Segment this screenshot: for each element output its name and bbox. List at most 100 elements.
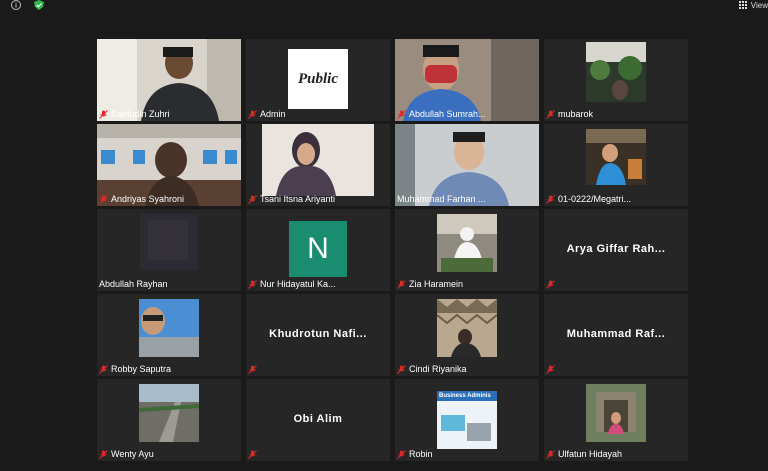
participant-gallery: Saefudin Zuhri Public Admin Abdullah Sum… [97,39,688,461]
muted-mic-icon [397,279,406,289]
chart-graphic [441,415,465,431]
participant-tile[interactable]: Muhammad Raf... [544,294,688,376]
participant-name: Admin [260,109,286,119]
muted-mic-icon [248,279,257,289]
participant-video [586,384,646,442]
top-bar: View [0,0,768,14]
participant-name: Ulfatun Hidayah [558,449,623,459]
participant-video [139,384,199,442]
participant-display-name: Arya Giffar Rah... [566,243,666,255]
participant-name: Andriyas Syahroni [111,194,185,204]
grid-view-icon [738,1,747,9]
shield-check-icon[interactable] [33,0,45,10]
participant-name-bar: mubarok [546,109,593,119]
participant-name: Saefudin Zuhri [111,109,170,119]
participant-tile[interactable]: Cindi Riyanika [395,294,539,376]
participant-name: Abdullah Sumrah... [409,109,486,119]
participant-tile[interactable]: Zia Haramein [395,209,539,291]
muted-mic-icon [397,109,406,119]
participant-tile[interactable]: Tsani Itsna Ariyanti [246,124,390,206]
participant-video [586,129,646,185]
participant-name: Nur Hidayatul Ka... [260,279,336,289]
muted-mic-icon [546,280,555,289]
participant-name-bar: Zia Haramein [397,279,463,289]
info-icon[interactable] [10,0,22,10]
participant-tile[interactable]: Obi Alim [246,379,390,461]
muted-mic-icon [248,365,257,374]
participant-name: Robby Saputra [111,364,172,374]
participant-avatar: N [289,221,347,277]
participant-name-bar [248,450,257,459]
participant-tile[interactable]: N Nur Hidayatul Ka... [246,209,390,291]
participant-tile[interactable]: Saefudin Zuhri [97,39,241,121]
view-button[interactable]: View [738,0,768,10]
view-label: View [750,0,768,10]
muted-mic-icon [248,194,257,204]
participant-tile[interactable]: 01-0222/Megatri... [544,124,688,206]
participant-tile[interactable]: Arya Giffar Rah... [544,209,688,291]
participant-tile[interactable]: Business Adminis Robin [395,379,539,461]
muted-mic-icon [546,194,555,204]
participant-name-bar: Robin [397,449,433,459]
participant-name: Abdullah Rayhan [99,279,168,289]
participant-tile[interactable]: Ulfatun Hidayah [544,379,688,461]
participant-name-bar [546,280,555,289]
participant-name-bar: Cindi Riyanika [397,364,467,374]
participant-name-bar: Wenty Ayu [99,449,154,459]
participant-name: 01-0222/Megatri... [558,194,632,204]
muted-mic-icon [248,109,257,119]
participant-name: Robin [409,449,433,459]
avatar-initial: N [307,232,329,265]
participant-tile[interactable]: Robby Saputra [97,294,241,376]
participant-display-name: Muhammad Raf... [566,328,666,340]
participant-name-bar: Ulfatun Hidayah [546,449,622,459]
business-admin-sign: Business Adminis [437,391,497,401]
muted-mic-icon [546,365,555,374]
participant-name-bar: Abdullah Sumrah... [397,109,486,119]
participant-video [139,299,199,357]
participant-name-bar: Nur Hidayatul Ka... [248,279,336,289]
participant-tile[interactable]: Abdullah Sumrah... [395,39,539,121]
participant-name-bar: Andriyas Syahroni [99,194,184,204]
participant-video [437,299,497,357]
participant-name-bar: Tsani Itsna Ariyanti [248,194,335,204]
participant-name: Zia Haramein [409,279,464,289]
participant-name-bar: 01-0222/Megatri... [546,194,631,204]
participant-tile[interactable]: mubarok [544,39,688,121]
participant-name-bar: Robby Saputra [99,364,171,374]
participant-tile[interactable]: Andriyas Syahroni [97,124,241,206]
participant-tile[interactable]: Khudrotun Nafi... [246,294,390,376]
participant-video [586,42,646,102]
participant-name-bar: Admin [248,109,286,119]
muted-mic-icon [99,194,108,204]
participant-video [140,214,198,270]
participant-name-bar: Abdullah Rayhan [99,279,168,289]
muted-mic-icon [397,449,406,459]
participant-tile[interactable]: Public Admin [246,39,390,121]
logo-text: Public [298,70,338,87]
participant-video [437,214,497,272]
participant-name: Muhammad Farhan ... [397,194,486,204]
participant-name-bar: Muhammad Farhan ... [397,194,486,204]
muted-mic-icon [546,109,555,119]
participant-display-name: Khudrotun Nafi... [269,328,367,340]
participant-name: Tsani Itsna Ariyanti [260,194,336,204]
participant-tile-active-speaker[interactable]: Muhammad Farhan ... [395,124,539,206]
participant-name-bar [546,365,555,374]
muted-mic-icon [99,364,108,374]
participant-name: Cindi Riyanika [409,364,467,374]
participant-video: Business Adminis [437,391,497,449]
participant-logo: Public [288,49,348,109]
muted-mic-icon [99,109,108,119]
muted-mic-icon [546,449,555,459]
muted-mic-icon [397,364,406,374]
muted-mic-icon [99,449,108,459]
participant-tile[interactable]: Abdullah Rayhan [97,209,241,291]
participant-tile[interactable]: Wenty Ayu [97,379,241,461]
participant-display-name: Obi Alim [293,413,343,425]
participant-name-bar [248,365,257,374]
paper-graphic [467,423,491,441]
muted-mic-icon [248,450,257,459]
participant-name: mubarok [558,109,594,119]
participant-name: Wenty Ayu [111,449,154,459]
